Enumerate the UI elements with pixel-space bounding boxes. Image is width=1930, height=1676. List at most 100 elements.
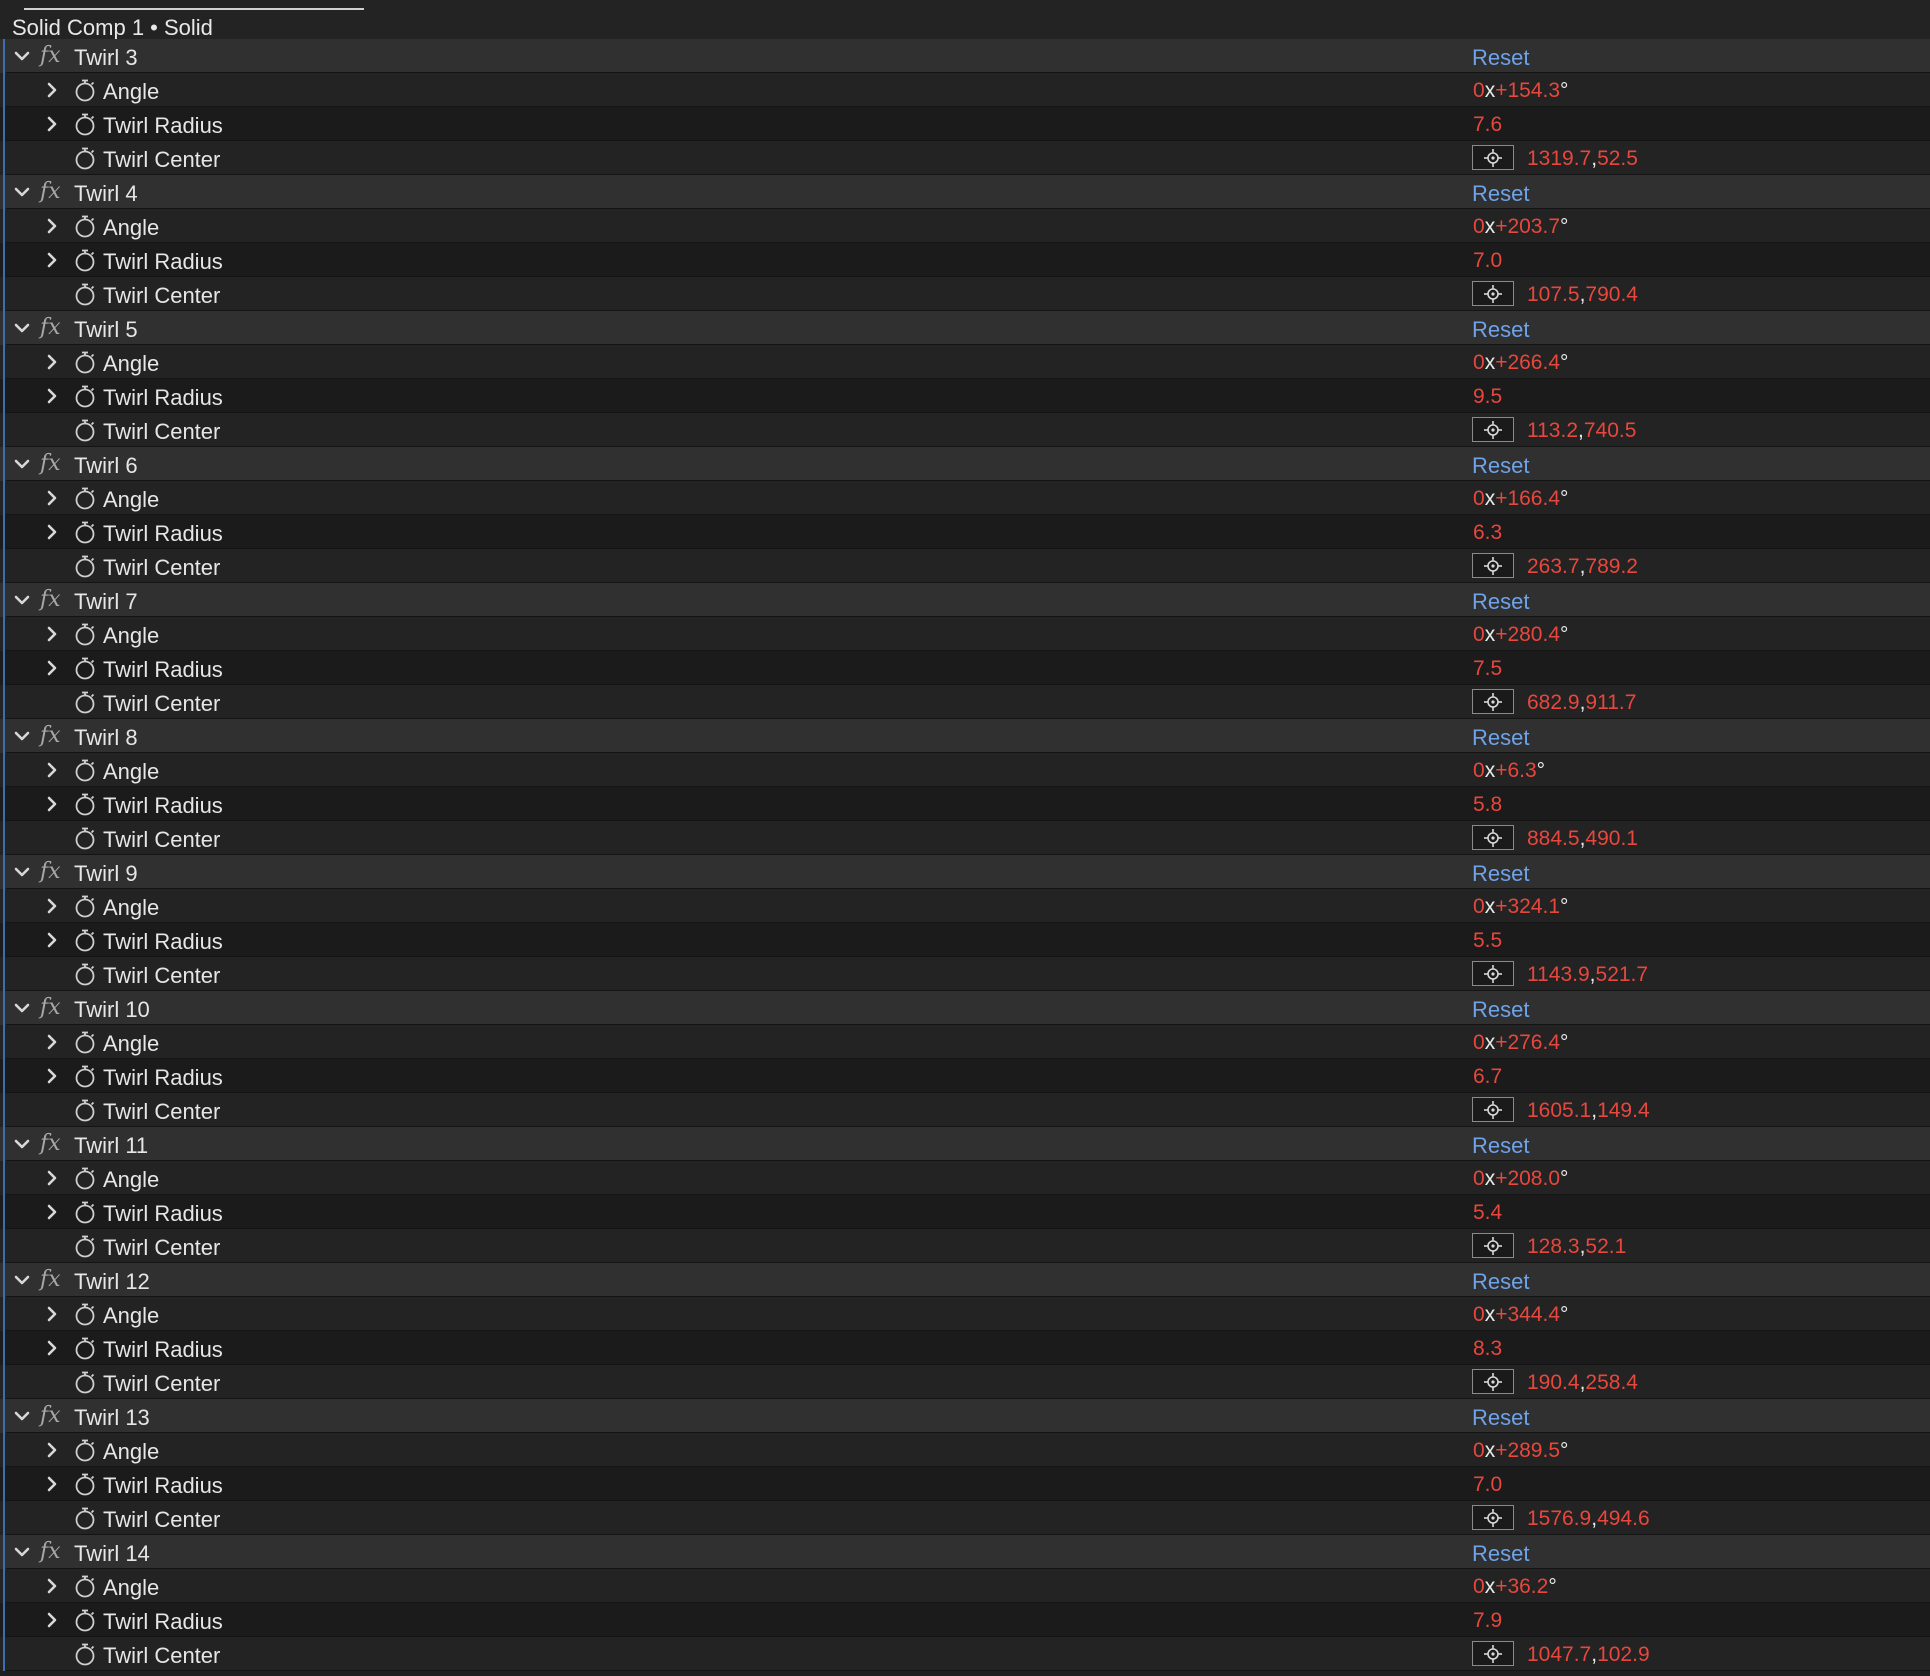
property-row-twirl-center[interactable]: Twirl Center 1047.7,102.9 (0, 1637, 1930, 1671)
property-row-twirl-radius[interactable]: Twirl Radius 8.3 (0, 1331, 1930, 1365)
twirl-radius-value[interactable]: 7.9 (1473, 1609, 1502, 1633)
stopwatch-icon[interactable] (73, 1166, 97, 1190)
center-y-value[interactable]: 490.1 (1585, 827, 1638, 850)
twirl-radius-value[interactable]: 5.5 (1473, 929, 1502, 953)
angle-revolutions[interactable]: 0 (1473, 79, 1485, 102)
property-row-twirl-radius[interactable]: Twirl Radius 7.9 (0, 1603, 1930, 1637)
fx-icon[interactable]: fx (40, 1539, 61, 1564)
property-row-angle[interactable]: Angle 0x+166.4° (0, 481, 1930, 515)
chevron-right-icon[interactable] (44, 762, 60, 778)
stopwatch-icon[interactable] (73, 1438, 97, 1462)
property-row-twirl-radius[interactable]: Twirl Radius 6.3 (0, 515, 1930, 549)
effect-header-row[interactable]: fx Twirl 3 Reset (0, 39, 1930, 73)
chevron-down-icon[interactable] (14, 456, 30, 472)
chevron-right-icon[interactable] (44, 116, 60, 132)
chevron-down-icon[interactable] (14, 728, 30, 744)
fx-icon[interactable]: fx (40, 587, 61, 612)
stopwatch-icon[interactable] (73, 1370, 97, 1394)
center-x-value[interactable]: 1605.1 (1527, 1099, 1591, 1122)
reset-link[interactable]: Reset (1472, 1405, 1529, 1431)
chevron-right-icon[interactable] (44, 490, 60, 506)
angle-degrees[interactable]: +166.4 (1495, 487, 1560, 510)
reset-link[interactable]: Reset (1472, 1541, 1529, 1567)
chevron-right-icon[interactable] (44, 524, 60, 540)
twirl-radius-value[interactable]: 9.5 (1473, 385, 1502, 409)
property-row-twirl-radius[interactable]: Twirl Radius 5.5 (0, 923, 1930, 957)
property-row-angle[interactable]: Angle 0x+154.3° (0, 73, 1930, 107)
twirl-radius-value[interactable]: 5.8 (1473, 793, 1502, 817)
fx-icon[interactable]: fx (40, 1131, 61, 1156)
center-y-value[interactable]: 740.5 (1584, 419, 1637, 442)
chevron-right-icon[interactable] (44, 796, 60, 812)
center-y-value[interactable]: 789.2 (1585, 555, 1638, 578)
chevron-right-icon[interactable] (44, 218, 60, 234)
effect-header-row[interactable]: fx Twirl 12 Reset (0, 1263, 1930, 1297)
stopwatch-icon[interactable] (73, 1098, 97, 1122)
stopwatch-icon[interactable] (73, 418, 97, 442)
chevron-right-icon[interactable] (44, 1204, 60, 1220)
property-row-twirl-center[interactable]: Twirl Center 1576.9,494.6 (0, 1501, 1930, 1535)
stopwatch-icon[interactable] (73, 1064, 97, 1088)
property-row-twirl-radius[interactable]: Twirl Radius 7.6 (0, 107, 1930, 141)
point-target-button[interactable] (1472, 689, 1514, 714)
center-y-value[interactable]: 521.7 (1596, 963, 1649, 986)
effect-header-row[interactable]: fx Twirl 4 Reset (0, 175, 1930, 209)
point-target-button[interactable] (1472, 417, 1514, 442)
stopwatch-icon[interactable] (73, 384, 97, 408)
stopwatch-icon[interactable] (73, 350, 97, 374)
center-y-value[interactable]: 149.4 (1597, 1099, 1650, 1122)
center-y-value[interactable]: 911.7 (1585, 691, 1636, 714)
chevron-down-icon[interactable] (14, 320, 30, 336)
stopwatch-icon[interactable] (73, 1608, 97, 1632)
point-target-button[interactable] (1472, 1233, 1514, 1258)
angle-value[interactable]: 0x+203.7° (1473, 215, 1568, 239)
property-row-twirl-center[interactable]: Twirl Center 1319.7,52.5 (0, 141, 1930, 175)
angle-revolutions[interactable]: 0 (1473, 215, 1485, 238)
angle-revolutions[interactable]: 0 (1473, 351, 1485, 374)
center-y-value[interactable]: 102.9 (1597, 1643, 1650, 1666)
effect-header-row[interactable]: fx Twirl 13 Reset (0, 1399, 1930, 1433)
center-x-value[interactable]: 107.5 (1527, 283, 1580, 306)
center-x-value[interactable]: 128.3 (1527, 1235, 1580, 1258)
twirl-radius-value[interactable]: 7.0 (1473, 249, 1502, 273)
twirl-radius-value[interactable]: 7.5 (1473, 657, 1502, 681)
angle-degrees[interactable]: +266.4 (1495, 351, 1560, 374)
stopwatch-icon[interactable] (73, 928, 97, 952)
center-x-value[interactable]: 263.7 (1527, 555, 1580, 578)
stopwatch-icon[interactable] (73, 1336, 97, 1360)
chevron-right-icon[interactable] (44, 82, 60, 98)
property-row-twirl-center[interactable]: Twirl Center 682.9,911.7 (0, 685, 1930, 719)
point-target-button[interactable] (1472, 145, 1514, 170)
stopwatch-icon[interactable] (73, 1030, 97, 1054)
property-row-twirl-radius[interactable]: Twirl Radius 5.4 (0, 1195, 1930, 1229)
stopwatch-icon[interactable] (73, 486, 97, 510)
reset-link[interactable]: Reset (1472, 861, 1529, 887)
stopwatch-icon[interactable] (73, 248, 97, 272)
stopwatch-icon[interactable] (73, 1506, 97, 1530)
center-x-value[interactable]: 1319.7 (1527, 147, 1591, 170)
angle-value[interactable]: 0x+6.3° (1473, 759, 1545, 783)
twirl-radius-value[interactable]: 7.0 (1473, 1473, 1502, 1497)
angle-degrees[interactable]: +289.5 (1495, 1439, 1560, 1462)
reset-link[interactable]: Reset (1472, 181, 1529, 207)
stopwatch-icon[interactable] (73, 792, 97, 816)
angle-revolutions[interactable]: 0 (1473, 759, 1485, 782)
fx-icon[interactable]: fx (40, 1403, 61, 1428)
stopwatch-icon[interactable] (73, 826, 97, 850)
property-row-angle[interactable]: Angle 0x+36.2° (0, 1569, 1930, 1603)
property-row-twirl-center[interactable]: Twirl Center 1605.1,149.4 (0, 1093, 1930, 1127)
center-x-value[interactable]: 190.4 (1527, 1371, 1580, 1394)
stopwatch-icon[interactable] (73, 554, 97, 578)
effect-header-row[interactable]: fx Twirl 9 Reset (0, 855, 1930, 889)
chevron-down-icon[interactable] (14, 592, 30, 608)
stopwatch-icon[interactable] (73, 282, 97, 306)
chevron-down-icon[interactable] (14, 1544, 30, 1560)
property-row-twirl-center[interactable]: Twirl Center 884.5,490.1 (0, 821, 1930, 855)
fx-icon[interactable]: fx (40, 43, 61, 68)
property-row-twirl-center[interactable]: Twirl Center 190.4,258.4 (0, 1365, 1930, 1399)
stopwatch-icon[interactable] (73, 622, 97, 646)
effect-header-row[interactable]: fx Twirl 5 Reset (0, 311, 1930, 345)
property-row-angle[interactable]: Angle 0x+203.7° (0, 209, 1930, 243)
property-row-twirl-radius[interactable]: Twirl Radius 7.0 (0, 243, 1930, 277)
angle-revolutions[interactable]: 0 (1473, 1031, 1485, 1054)
